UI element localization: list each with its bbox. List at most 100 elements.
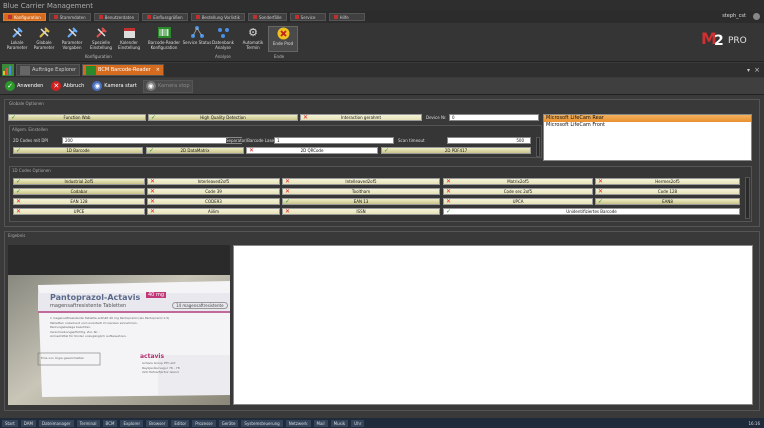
gear-icon: ⚙ xyxy=(248,26,258,39)
user-name[interactable]: steph_cst xyxy=(722,13,746,19)
group-label-ende: Ende xyxy=(274,54,285,59)
code-aiilim[interactable]: ✕ Aiilim xyxy=(147,208,280,215)
cancel-icon: ✕ xyxy=(51,81,62,91)
tab-label: Konfiguration xyxy=(14,14,41,20)
code-2d-pdf417[interactable]: ✓ 2D PDF417 xyxy=(381,147,531,154)
datenbank-analyse-button[interactable]: Datenbank Analyse xyxy=(207,26,239,52)
code-unidentified[interactable]: ✓ Unidentifiziertes Barcode xyxy=(443,208,740,215)
tab-bcm-barcode-reader[interactable]: BCM Barcode-Reader × xyxy=(82,64,164,76)
pin-icon[interactable]: ▾ xyxy=(747,67,750,74)
check-icon: ✓ xyxy=(16,188,22,195)
code-39[interactable]: ✕ Code 39 xyxy=(147,188,280,195)
cross-icon: ✕ xyxy=(446,198,452,205)
tab-konfiguration[interactable]: Konfiguration xyxy=(3,13,46,21)
close-tab-icon[interactable]: × xyxy=(156,67,160,73)
camera-item-rear[interactable]: Microsoft LifeCam Rear xyxy=(544,115,751,122)
option-high-quality[interactable]: ✓ High Quality Detection xyxy=(148,114,298,121)
cross-icon: ✕ xyxy=(150,198,156,205)
code-upca[interactable]: ✕ UPCA xyxy=(443,198,593,205)
tab-sonderfaelle[interactable]: Sonderfälle xyxy=(247,13,287,21)
tab-icon xyxy=(294,15,299,19)
camera-stop-button[interactable]: ◉ Kamera stop xyxy=(142,79,193,93)
camera-icon: ◉ xyxy=(145,81,156,91)
help-icon[interactable] xyxy=(753,13,760,20)
globale-parameter-button[interactable]: Globale Parameter xyxy=(29,26,59,52)
camera-item-front[interactable]: Microsoft LifeCam Front xyxy=(544,122,751,129)
taskbar-item[interactable]: Systemsteuerung xyxy=(241,419,283,427)
taskbar-item[interactable]: BCM xyxy=(102,419,118,427)
taskbar-item[interactable]: Mail xyxy=(313,419,328,427)
taskbar-item[interactable]: Dateimanager xyxy=(38,419,74,427)
settings-scrollbar[interactable] xyxy=(536,137,540,157)
taskbar-item[interactable]: Musik xyxy=(330,419,349,427)
button-label: Automatik Termin xyxy=(242,40,264,50)
code-93[interactable]: ✕ CODE93 xyxy=(147,198,280,205)
code-128[interactable]: ✕ Code 128 xyxy=(595,188,740,195)
cross-icon: ✕ xyxy=(285,188,291,195)
tab-einflussgroessen[interactable]: Einflussgrößen xyxy=(142,13,188,21)
tab-label: Hilfe xyxy=(339,14,349,20)
code-ean8[interactable]: ✓ EAN8 xyxy=(595,198,740,205)
timeout-input[interactable]: 500 xyxy=(447,137,531,144)
dpi-input[interactable]: 200 xyxy=(62,137,242,144)
taskbar-item[interactable]: Uhr xyxy=(351,419,365,427)
code-intelleaved-2of5[interactable]: ✕ Intelleaved2of5 xyxy=(282,178,440,185)
code-sec-2of5[interactable]: ✕ Code sec 2of5 xyxy=(443,188,593,195)
code-interleaved-2of5[interactable]: ✕ Interleaved2of5 xyxy=(147,178,280,185)
tab-stammdaten[interactable]: Stammdaten xyxy=(48,13,91,21)
taskbar-item[interactable]: Netzwerk xyxy=(285,419,311,427)
code-tooltham[interactable]: ✕ Tooltham xyxy=(282,188,440,195)
tab-icon xyxy=(98,15,103,19)
code-2d-datamatrix[interactable]: ✓ 2D DataMatrix xyxy=(146,147,244,154)
tab-bestellung[interactable]: Bestellung Vorlistik xyxy=(190,13,245,21)
camera-start-button[interactable]: ◉ Kamera start xyxy=(90,80,139,93)
option-interaction[interactable]: ✕ Interaction gerahmt xyxy=(300,114,422,121)
ende-prod-button[interactable]: Ende Prod xyxy=(268,26,298,52)
taskbar-item[interactable]: Explorer xyxy=(120,419,144,427)
tab-service[interactable]: Service xyxy=(289,13,326,21)
taskbar-clock[interactable]: 16:16 xyxy=(748,421,760,426)
tab-benutzerdaten[interactable]: Benutzerdaten xyxy=(93,13,140,21)
taskbar-item[interactable]: Browser xyxy=(146,419,169,427)
taskbar-item[interactable]: Prozesse xyxy=(192,419,216,427)
taskbar-item[interactable]: DAM xyxy=(20,419,36,427)
tab-icon xyxy=(147,15,152,19)
barcode-reader-konfiguration-button[interactable]: Barcode-Reader Konfiguration xyxy=(146,26,182,52)
code-matrix-2of5[interactable]: ✕ Matrix2of5 xyxy=(443,178,593,185)
taskbar-item[interactable]: Start xyxy=(2,419,18,427)
chart-icon[interactable] xyxy=(2,64,14,76)
camera-list[interactable]: Microsoft LifeCam Rear Microsoft LifeCam… xyxy=(543,114,752,161)
kalender-einstellung-button[interactable]: Kalender Einstellung xyxy=(114,26,144,52)
tab-hilfe[interactable]: Hilfe xyxy=(328,13,365,21)
lokale-parameter-button[interactable]: Lokale Parameter xyxy=(2,26,32,52)
code-codabar[interactable]: ✓ Codabar xyxy=(13,188,145,195)
device-input[interactable]: 0 xyxy=(449,114,539,121)
camera-preview[interactable]: Pantoprazol-Actavis 40 mg 14 magensaftre… xyxy=(8,245,230,405)
code-hermes-2of5[interactable]: ✕ Hermes2of5 xyxy=(595,178,740,185)
parameter-vorgaben-button[interactable]: Parameter Vorgaben xyxy=(57,26,87,52)
codes-scrollbar[interactable] xyxy=(745,177,750,219)
code-1d-barcode[interactable]: ✓ 1D Barcode xyxy=(13,147,143,154)
option-label: Code 39 xyxy=(205,189,222,194)
taskbar-item[interactable]: Geräte xyxy=(218,419,239,427)
code-ean-128[interactable]: ✕ EAN 128 xyxy=(13,198,145,205)
apply-button[interactable]: ✓ Anwenden xyxy=(3,80,45,93)
code-issn[interactable]: ✕ ISSN xyxy=(282,208,440,215)
tab-label: Bestellung Vorlistik xyxy=(201,14,240,20)
cancel-button[interactable]: ✕ Abbruch xyxy=(49,80,86,93)
spezielle-einstellung-button[interactable]: Spezielle Einstellung xyxy=(86,26,116,52)
automatik-termin-button[interactable]: ⚙ Automatik Termin xyxy=(238,26,268,52)
code-upce[interactable]: ✕ UPCE xyxy=(13,208,145,215)
option-function-wab[interactable]: ✓ Function Wab xyxy=(8,114,146,121)
result-area[interactable] xyxy=(233,245,753,405)
taskbar-item[interactable]: Terminal xyxy=(76,419,100,427)
code-ean-13[interactable]: ✓ EAN 13 xyxy=(282,198,440,205)
separator-input[interactable]: 1 xyxy=(274,137,394,144)
tab-auftraege-explorer[interactable]: Aufträge Explorer xyxy=(16,64,80,76)
toolbar: ✓ Anwenden ✕ Abbruch ◉ Kamera start ◉ Kamera… xyxy=(0,78,764,95)
taskbar-item[interactable]: Editor xyxy=(171,419,190,427)
code-2d-qrcode[interactable]: ✕ 2D QRCode xyxy=(246,147,378,154)
close-window-icon[interactable]: × xyxy=(754,66,760,74)
section-title-result: Ergebnis xyxy=(8,233,26,238)
code-industrial-2of5[interactable]: ✓ Industrial 2of5 xyxy=(13,178,145,185)
